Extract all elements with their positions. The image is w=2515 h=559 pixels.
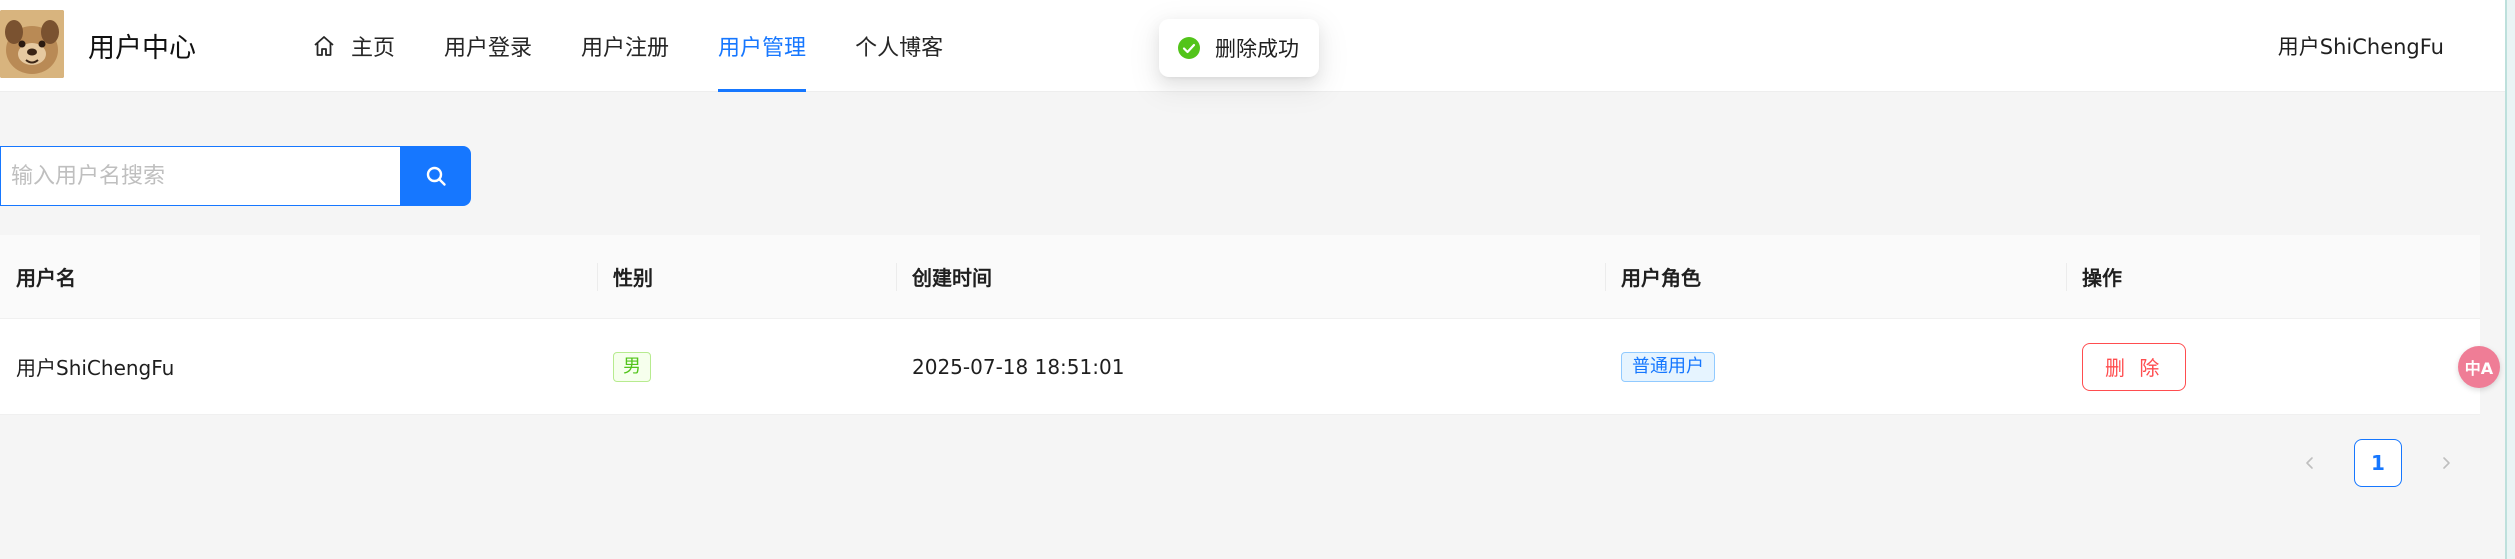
logo-graphic: [0, 10, 64, 78]
pagination: 1: [2290, 439, 2466, 487]
gender-tag: 男: [613, 351, 651, 382]
chevron-right-icon: [2438, 455, 2454, 471]
nav-item-register[interactable]: 用户注册: [581, 0, 669, 92]
nav-item-home[interactable]: 主页: [312, 0, 395, 92]
dog-avatar-logo[interactable]: [0, 10, 64, 78]
nav-item-blog[interactable]: 个人博客: [855, 0, 943, 92]
cell-role: 普通用户: [1605, 319, 2066, 414]
site-title: 用户中心: [88, 33, 196, 64]
nav-item-label: 用户管理: [718, 36, 807, 61]
home-icon: [312, 34, 336, 58]
cell-created-at: 2025-07-18 18:51:01: [912, 354, 1125, 379]
search-bar: [0, 146, 471, 206]
prev-page-button[interactable]: [2290, 439, 2330, 487]
nav-item-label: 用户登录: [444, 36, 533, 61]
translate-float-button[interactable]: 中A: [2458, 346, 2500, 388]
next-page-button[interactable]: [2426, 439, 2466, 487]
column-header-username: 用户名: [16, 266, 76, 290]
toast-message: 删除成功: [1215, 37, 1299, 61]
table-row: 用户ShiChengFu 男 2025-07-18 18:51:01 普通用户 …: [0, 319, 2480, 415]
search-button[interactable]: [400, 146, 471, 206]
translate-icon: 中A: [2464, 359, 2494, 378]
column-header-created-at: 创建时间: [896, 235, 1605, 318]
success-toast: 删除成功: [1159, 19, 1319, 77]
nav-item-label: 个人博客: [855, 36, 944, 61]
cell-gender: 男: [597, 319, 896, 414]
role-tag: 普通用户: [1621, 351, 1715, 382]
user-table: 用户名 性别 创建时间 用户角色 操作 用户ShiChengFu 男 2025-…: [0, 235, 2480, 415]
nav-item-label: 主页: [351, 36, 396, 61]
chevron-left-icon: [2302, 455, 2318, 471]
search-icon: [424, 164, 448, 188]
current-user-name[interactable]: 用户ShiChengFu: [2278, 0, 2444, 92]
window-edge-strip: [2505, 0, 2515, 559]
column-header-gender: 性别: [597, 235, 896, 318]
main-nav: 主页 用户登录 用户注册 用户管理 个人博客: [312, 0, 992, 92]
cell-actions: 删 除: [2066, 319, 2480, 414]
nav-item-label: 用户注册: [581, 36, 670, 61]
cell-username: 用户ShiChengFu: [16, 356, 175, 380]
nav-item-login[interactable]: 用户登录: [444, 0, 532, 92]
page-number-current[interactable]: 1: [2354, 439, 2402, 487]
search-input[interactable]: [0, 146, 400, 206]
delete-button[interactable]: 删 除: [2082, 342, 2187, 391]
check-circle-icon: [1177, 36, 1201, 60]
table-header: 用户名 性别 创建时间 用户角色 操作: [0, 235, 2480, 319]
column-header-role: 用户角色: [1605, 235, 2066, 318]
column-header-actions: 操作: [2066, 235, 2480, 318]
nav-item-user-management[interactable]: 用户管理: [718, 0, 807, 92]
